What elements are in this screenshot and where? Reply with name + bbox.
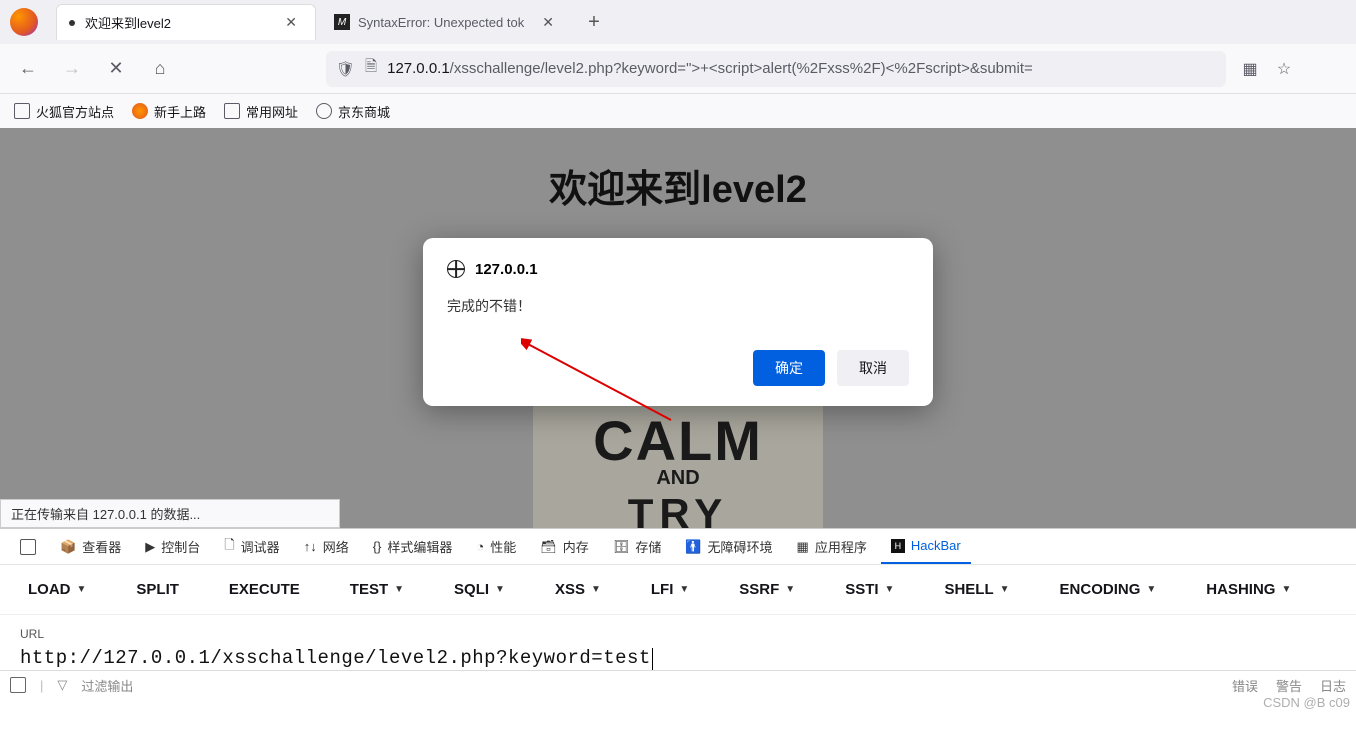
firefox-logo-icon: [10, 8, 38, 36]
close-icon[interactable]: ✕: [536, 12, 560, 33]
filter-label[interactable]: 过滤输出: [81, 676, 133, 695]
warnings-tab[interactable]: 警告: [1276, 676, 1302, 695]
hb-ssrf[interactable]: SSRF▼: [739, 581, 795, 598]
tab-style[interactable]: {} 样式编辑器: [363, 529, 463, 564]
devtools-panel: 📦 查看器 ▶ 控制台 🗋 调试器 ↑↓ 网络 {} 样式编辑器 ◔ 性能 🗃 …: [0, 528, 1356, 738]
hackbar-body: URL http://127.0.0.1/xsschallenge/level2…: [0, 615, 1356, 670]
folder-icon: [14, 103, 30, 119]
bookmark-label: 京东商城: [338, 102, 390, 121]
mdn-favicon-icon: M: [334, 14, 350, 30]
url-input-wrap[interactable]: http://127.0.0.1/xsschallenge/level2.php…: [20, 647, 1336, 670]
tab-title: SyntaxError: Unexpected tok: [358, 15, 524, 30]
bookmark-star-icon[interactable]: ☆: [1274, 59, 1294, 79]
alert-dialog: 127.0.0.1 完成的不错！ 确定 取消: [423, 238, 933, 406]
url-input[interactable]: http://127.0.0.1/xsschallenge/level2.php…: [20, 647, 651, 669]
tab-accessibility[interactable]: 🚹 无障碍环境: [675, 529, 782, 564]
page-info-icon[interactable]: 🗎: [365, 56, 377, 81]
url-label: URL: [20, 627, 1336, 641]
logs-tab[interactable]: 日志: [1320, 676, 1346, 695]
tab-console[interactable]: ▶ 控制台: [135, 529, 210, 564]
loading-dot-icon: [69, 20, 75, 26]
console-footer: | ▽ 过滤输出 错误 警告 日志: [0, 670, 1356, 700]
firefox-icon: [132, 103, 148, 119]
errors-tab[interactable]: 错误: [1232, 676, 1258, 695]
tab-inspector[interactable]: 📦 查看器: [50, 529, 131, 564]
bookmark-label: 火狐官方站点: [36, 102, 114, 121]
tab-storage[interactable]: 🗄 存储: [603, 529, 672, 564]
page-title: 欢迎来到level2: [0, 128, 1356, 213]
trash-icon[interactable]: [10, 677, 26, 693]
devtools-dock-icon[interactable]: [10, 529, 46, 564]
hackbar-icon: H: [891, 539, 905, 553]
hb-load[interactable]: LOAD▼: [28, 581, 86, 598]
tab-network[interactable]: ↑↓ 网络: [294, 529, 359, 564]
hb-ssti[interactable]: SSTI▼: [845, 581, 894, 598]
hb-lfi[interactable]: LFI▼: [651, 581, 689, 598]
tab-active[interactable]: 欢迎来到level2 ✕: [56, 4, 316, 40]
cancel-button[interactable]: 取消: [837, 350, 909, 386]
nav-bar: ← → ✕ ⌂ 🛡 🗎 127.0.0.1/xsschallenge/level…: [0, 44, 1356, 94]
try-text: TRY: [628, 490, 728, 528]
shield-icon: 🛡: [336, 60, 355, 78]
folder-icon: [224, 103, 240, 119]
status-bar: 正在传输来自 127.0.0.1 的数据...: [0, 499, 340, 528]
globe-icon: [316, 103, 332, 119]
hb-xss[interactable]: XSS▼: [555, 581, 601, 598]
annotation-arrow-icon: [521, 338, 681, 428]
dialog-message: 完成的不错！: [447, 296, 909, 316]
browser-tab-bar: 欢迎来到level2 ✕ M SyntaxError: Unexpected t…: [0, 0, 1356, 44]
hb-encoding[interactable]: ENCODING▼: [1060, 581, 1157, 598]
home-button[interactable]: ⌂: [142, 51, 178, 87]
hb-execute[interactable]: EXECUTE: [229, 581, 300, 598]
hb-test[interactable]: TEST▼: [350, 581, 404, 598]
globe-icon: [447, 260, 465, 278]
url-text: 127.0.0.1/xsschallenge/level2.php?keywor…: [387, 60, 1033, 77]
hb-sqli[interactable]: SQLI▼: [454, 581, 505, 598]
tab-application[interactable]: ▦ 应用程序: [787, 529, 877, 564]
forward-button[interactable]: →: [54, 51, 90, 87]
bookmark-label: 新手上路: [154, 102, 206, 121]
qr-icon[interactable]: ▦: [1240, 59, 1260, 79]
tab-performance[interactable]: ◔ 性能: [466, 529, 526, 564]
hb-split[interactable]: SPLIT: [136, 581, 179, 598]
bookmark-common-urls[interactable]: 常用网址: [224, 102, 298, 121]
dialog-host: 127.0.0.1: [475, 261, 538, 278]
tab-inactive[interactable]: M SyntaxError: Unexpected tok ✕: [322, 4, 572, 40]
hackbar-menu: LOAD▼ SPLIT EXECUTE TEST▼ SQLI▼ XSS▼ LFI…: [0, 565, 1356, 615]
back-button[interactable]: ←: [10, 51, 46, 87]
watermark: CSDN @B c09: [1263, 695, 1350, 710]
filter-icon: ▽: [57, 677, 67, 693]
tab-hackbar[interactable]: HHackBar: [881, 529, 971, 564]
bookmark-getting-started[interactable]: 新手上路: [132, 102, 206, 121]
bookmark-label: 常用网址: [246, 102, 298, 121]
bookmark-firefox-official[interactable]: 火狐官方站点: [14, 102, 114, 121]
devtools-tabs: 📦 查看器 ▶ 控制台 🗋 调试器 ↑↓ 网络 {} 样式编辑器 ◔ 性能 🗃 …: [0, 529, 1356, 565]
page-content: 欢迎来到level2 没有找到和test相关的结果 CALM AND TRY 1…: [0, 128, 1356, 528]
and-text: AND: [656, 467, 699, 490]
stop-button[interactable]: ✕: [98, 51, 134, 87]
bookmark-jd[interactable]: 京东商城: [316, 102, 390, 121]
url-bar[interactable]: 🛡 🗎 127.0.0.1/xsschallenge/level2.php?ke…: [326, 51, 1226, 87]
tab-memory[interactable]: 🗃 内存: [530, 529, 599, 564]
close-icon[interactable]: ✕: [279, 12, 303, 33]
tab-debugger[interactable]: 🗋 调试器: [214, 529, 289, 564]
bookmarks-bar: 火狐官方站点 新手上路 常用网址 京东商城: [0, 94, 1356, 128]
hb-shell[interactable]: SHELL▼: [944, 581, 1009, 598]
ok-button[interactable]: 确定: [753, 350, 825, 386]
dialog-header: 127.0.0.1: [447, 260, 909, 278]
new-tab-button[interactable]: +: [578, 6, 610, 38]
hb-hashing[interactable]: HASHING▼: [1206, 581, 1291, 598]
tab-title: 欢迎来到level2: [85, 13, 171, 32]
text-cursor-icon: [652, 648, 653, 670]
